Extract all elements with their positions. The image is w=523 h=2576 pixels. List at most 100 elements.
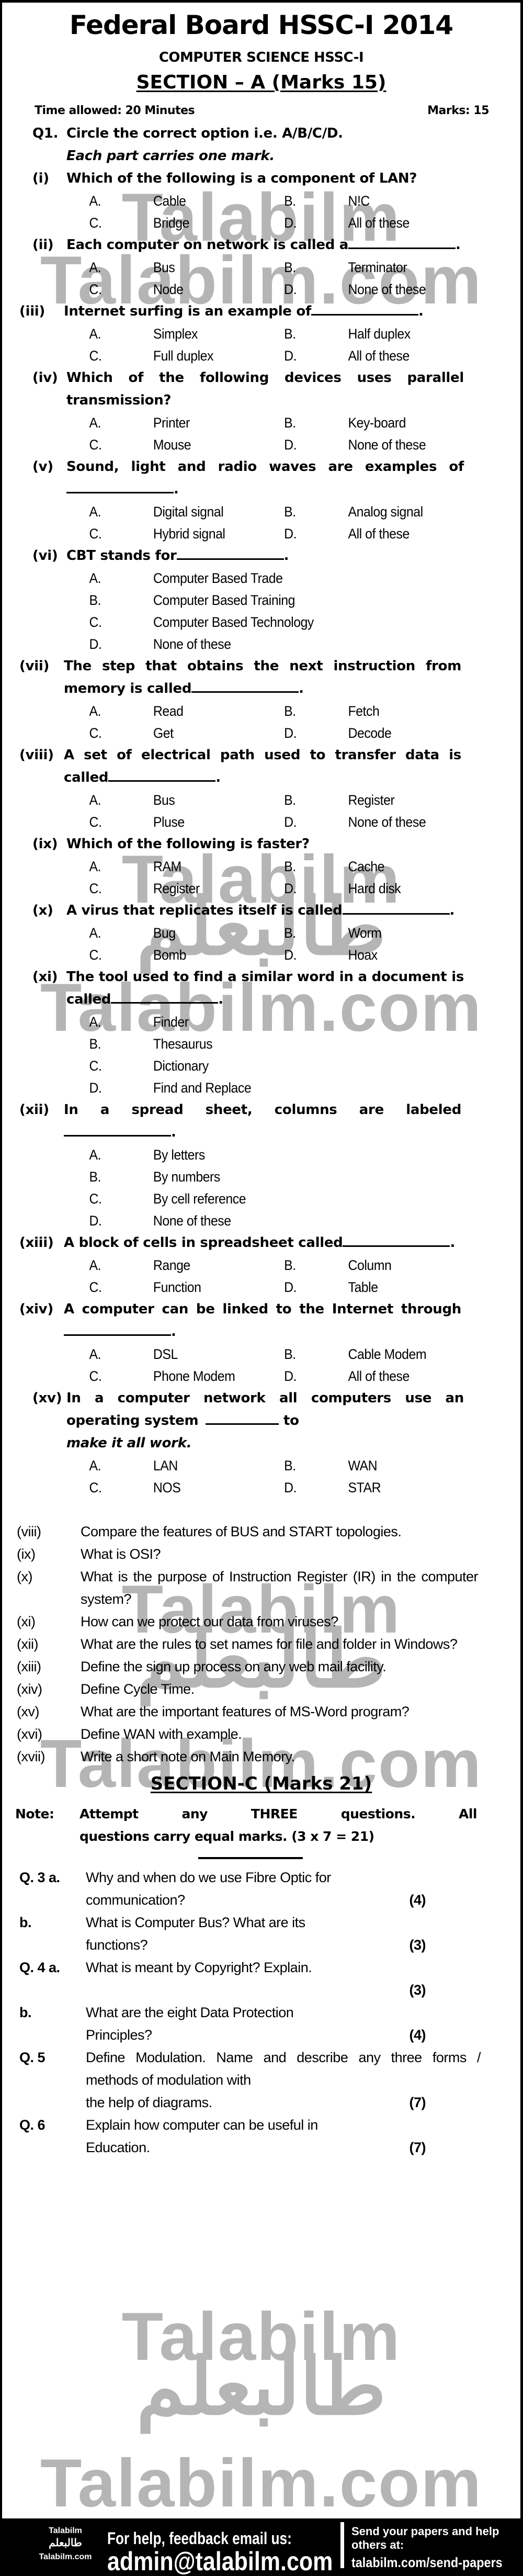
option-c[interactable]: C. Bomb — [89, 944, 285, 966]
option-c[interactable]: C. Function — [89, 1276, 285, 1298]
option-c[interactable]: C. Register — [89, 878, 285, 899]
option-b[interactable]: B. Register — [284, 789, 479, 811]
question-marks: (3) — [409, 1982, 426, 1998]
answer-blank[interactable] — [348, 234, 456, 249]
option-d[interactable]: D. All of these — [284, 1365, 479, 1387]
option-c[interactable]: C. Phone Modem — [89, 1365, 285, 1387]
option-text: Cable Modem — [348, 1346, 427, 1362]
option-b[interactable]: B. N!C — [284, 190, 479, 212]
option-a[interactable]: A. Finder — [89, 1011, 479, 1033]
answer-blank[interactable] — [108, 767, 216, 782]
answer-blank[interactable] — [311, 300, 418, 316]
option-c[interactable]: C. Pluse — [89, 811, 285, 833]
mcq-question: (x) A virus that replicates itself is cal… — [2, 899, 520, 922]
answer-blank[interactable] — [64, 1321, 171, 1336]
option-a[interactable]: A. DSL — [89, 1343, 285, 1365]
option-d[interactable]: D. STAR — [284, 1477, 479, 1499]
option-d[interactable]: D. All of these — [284, 523, 479, 545]
question-text: Which of the following is faster? — [66, 833, 464, 856]
option-c[interactable]: C. Node — [89, 278, 285, 300]
option-d[interactable]: D. All of these — [284, 212, 479, 234]
option-b[interactable]: B. Half duplex — [284, 323, 479, 345]
option-text: Computer Based Trade — [153, 570, 283, 586]
option-d[interactable]: D. Find and Replace — [89, 1077, 479, 1099]
option-a[interactable]: A. Cable — [89, 190, 285, 212]
option-label: B. — [284, 925, 296, 941]
option-c[interactable]: C. Dictionary — [89, 1055, 479, 1077]
option-a[interactable]: A. Digital signal — [89, 501, 285, 523]
paper-content: Federal Board HSSC-I 2014 COMPUTER SCIEN… — [2, 9, 520, 2159]
option-d[interactable]: D. Decode — [284, 722, 479, 744]
instruction-line: Circle the correct option i.e. A/B/C/D. — [66, 126, 343, 141]
option-c[interactable]: C. Computer Based Technology — [89, 611, 479, 633]
answer-blank[interactable] — [66, 478, 174, 493]
help-email-link[interactable]: admin@talabilm.com — [107, 2548, 333, 2575]
answer-blank[interactable] — [176, 545, 284, 560]
option-a[interactable]: A. Computer Based Trade — [89, 567, 479, 589]
option-b[interactable]: B. Terminator — [284, 256, 479, 278]
option-a[interactable]: A. By letters — [89, 1144, 479, 1166]
option-a[interactable]: A. RAM — [89, 856, 285, 878]
option-b[interactable]: B. Cable Modem — [284, 1343, 479, 1365]
option-d[interactable]: D. None of these — [284, 434, 479, 456]
mcq-question: (viii) A set of electrical path used to t… — [2, 744, 520, 789]
option-a[interactable]: A. Bus — [89, 789, 285, 811]
question-stem: Which of the following is faster? — [66, 836, 310, 852]
option-d[interactable]: D. Table — [284, 1276, 479, 1298]
answer-blank[interactable] — [111, 988, 219, 1004]
send-papers-link[interactable]: talabilm.com/send-papers — [351, 2552, 503, 2573]
options-row: C. Phone Modem D. All of these — [89, 1365, 479, 1387]
option-d[interactable]: D. None of these — [284, 811, 479, 833]
option-c[interactable]: C. Bridge — [89, 212, 285, 234]
option-b[interactable]: B. Worm — [284, 922, 479, 944]
option-text: Column — [348, 1257, 392, 1273]
question-number: (xii) — [17, 1636, 38, 1652]
short-question: (xii) What are the rules to set names for… — [2, 1633, 520, 1656]
options-row: A. Cable B. N!C — [89, 190, 479, 212]
option-b[interactable]: B. Analog signal — [284, 501, 479, 523]
option-a[interactable]: A. Range — [89, 1254, 285, 1276]
question-number: (ix) — [32, 836, 58, 852]
option-d[interactable]: D. All of these — [284, 345, 479, 367]
option-a[interactable]: A. Read — [89, 700, 285, 722]
question-text: Each computer on network is called a. — [66, 234, 464, 256]
question-suffix: . — [283, 548, 289, 564]
option-a[interactable]: A. Bug — [89, 922, 285, 944]
option-d[interactable]: D. Hard disk — [284, 878, 479, 899]
option-c[interactable]: C. Mouse — [89, 434, 285, 456]
option-b[interactable]: B. Key-board — [284, 412, 479, 434]
option-b[interactable]: B. WAN — [284, 1455, 479, 1477]
option-c[interactable]: C. Full duplex — [89, 345, 285, 367]
option-b[interactable]: B. Computer Based Training — [89, 589, 479, 611]
option-b[interactable]: B. Column — [284, 1254, 479, 1276]
option-a[interactable]: A. Simplex — [89, 323, 285, 345]
option-label: D. — [89, 636, 102, 652]
option-d[interactable]: D. None of these — [89, 633, 479, 655]
option-label: A. — [89, 193, 101, 209]
answer-blank[interactable] — [342, 899, 450, 915]
option-d[interactable]: D. None of these — [284, 278, 479, 300]
option-b[interactable]: B. Thesaurus — [89, 1033, 479, 1055]
option-a[interactable]: A. LAN — [89, 1455, 285, 1477]
option-c[interactable]: C. Hybrid signal — [89, 523, 285, 545]
answer-blank[interactable] — [343, 1232, 450, 1247]
option-b[interactable]: B. By numbers — [89, 1166, 479, 1188]
option-c[interactable]: C. NOS — [89, 1477, 285, 1499]
option-label: D. — [284, 348, 297, 364]
answer-blank[interactable] — [64, 1121, 171, 1137]
option-c[interactable]: C. By cell reference — [89, 1188, 479, 1210]
option-c[interactable]: C. Get — [89, 722, 285, 744]
option-text: NOS — [153, 1480, 181, 1495]
option-a[interactable]: A. Bus — [89, 256, 285, 278]
option-b[interactable]: B. Cache — [284, 856, 479, 878]
mcq-question: (vi) CBT stands for. — [2, 545, 520, 567]
options-group: A. RAM B. Cache C. Register D. Hard disk — [2, 856, 479, 899]
question-text: What are the rules to set names for file… — [81, 1636, 458, 1652]
option-b[interactable]: B. Fetch — [284, 700, 479, 722]
option-d[interactable]: D. Hoax — [284, 944, 479, 966]
question-number: (viii) — [17, 1524, 41, 1539]
option-a[interactable]: A. Printer — [89, 412, 285, 434]
answer-blank[interactable] — [206, 1410, 279, 1425]
answer-blank[interactable] — [191, 678, 299, 693]
option-d[interactable]: D. None of these — [89, 1210, 479, 1232]
